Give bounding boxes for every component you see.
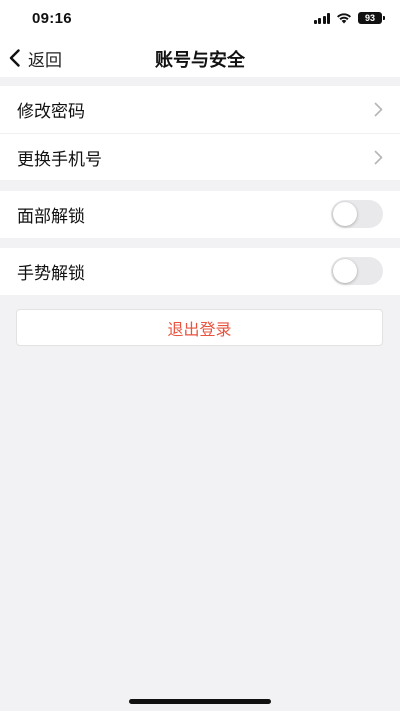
change-password-label: 修改密码 [17, 102, 85, 122]
chevron-right-icon [374, 150, 383, 165]
gesture-unlock-toggle[interactable] [331, 257, 383, 285]
status-bar: 09:16 93 [0, 0, 400, 40]
chevron-right-icon [374, 102, 383, 117]
navigation-bar: 返回 账号与安全 [0, 40, 400, 77]
change-password-row[interactable]: 修改密码 [0, 86, 400, 133]
home-indicator [129, 699, 271, 704]
gesture-unlock-label: 手势解锁 [17, 264, 85, 284]
page-title: 账号与安全 [155, 50, 245, 71]
logout-button[interactable]: 退出登录 [16, 309, 383, 346]
gesture-unlock-group: 手势解锁 [0, 248, 400, 295]
face-unlock-label: 面部解锁 [17, 207, 85, 227]
cellular-signal-icon [313, 12, 330, 24]
account-security-screen: 09:16 93 返回 账号与安全 修改密码 更换手机号 面部解锁 手势解锁 退… [0, 0, 400, 711]
wifi-icon [337, 13, 351, 24]
face-unlock-group: 面部解锁 [0, 191, 400, 238]
account-settings-group: 修改密码 更换手机号 [0, 86, 400, 180]
toggle-knob [333, 202, 357, 226]
toggle-knob [333, 259, 357, 283]
status-time: 09:16 [32, 10, 72, 27]
gesture-unlock-row: 手势解锁 [0, 248, 400, 295]
change-phone-row[interactable]: 更换手机号 [0, 133, 400, 180]
face-unlock-toggle[interactable] [331, 200, 383, 228]
face-unlock-row: 面部解锁 [0, 191, 400, 238]
battery-icon: 93 [358, 12, 385, 24]
status-icons: 93 [313, 12, 385, 24]
logout-label: 退出登录 [167, 319, 232, 339]
change-phone-label: 更换手机号 [17, 149, 102, 170]
